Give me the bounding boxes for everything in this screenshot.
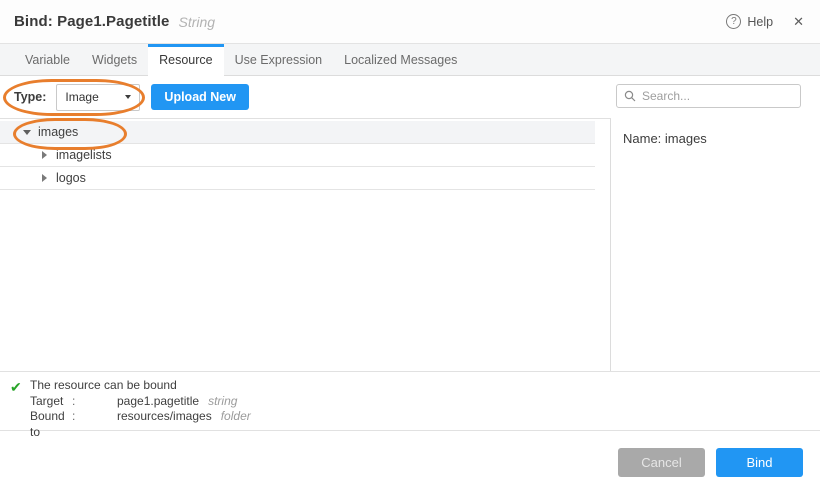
status-bound-label: Bound to <box>30 409 72 440</box>
dialog-footer: Cancel Bind <box>0 431 820 492</box>
header-actions: ? Help ✕ <box>726 14 804 30</box>
tab-bar: Variable Widgets Resource Use Expression… <box>0 44 820 76</box>
type-select[interactable]: Image <box>56 84 140 111</box>
status-target-type: string <box>208 394 237 408</box>
caret-collapsed-icon[interactable] <box>39 151 50 159</box>
selected-resource-name: Name: images <box>623 131 820 146</box>
status-bound-value: resources/imagesfolder <box>117 409 251 440</box>
resource-tree: images imagelists logos <box>0 118 611 371</box>
tree-item-label: logos <box>56 171 86 185</box>
search-input[interactable] <box>642 89 793 103</box>
tab-variable[interactable]: Variable <box>14 44 81 76</box>
tree-item-label: images <box>38 125 78 139</box>
status-target-label: Target <box>30 394 72 410</box>
help-icon[interactable]: ? <box>726 14 741 29</box>
status-bar: ✔ The resource can be bound Target : pag… <box>0 371 820 431</box>
status-target-value: page1.pagetitlestring <box>117 394 251 410</box>
upload-new-button[interactable]: Upload New <box>151 84 249 110</box>
type-select-value: Image <box>65 90 98 104</box>
status-message: The resource can be bound <box>30 378 251 394</box>
tab-localized-messages[interactable]: Localized Messages <box>333 44 468 76</box>
close-icon[interactable]: ✕ <box>793 14 804 30</box>
bind-button[interactable]: Bind <box>716 448 803 477</box>
dialog-header: Bind: Page1.Pagetitle String ? Help ✕ <box>0 0 820 44</box>
toolbar: Type: Image Upload New <box>0 76 820 118</box>
search-icon <box>624 90 636 102</box>
tab-resource[interactable]: Resource <box>148 44 224 77</box>
dialog-title: Bind: Page1.Pagetitle <box>14 13 169 30</box>
tab-widgets[interactable]: Widgets <box>81 44 148 76</box>
success-check-icon: ✔ <box>10 378 30 430</box>
tree-item-imagelists[interactable]: imagelists <box>0 144 595 167</box>
cancel-button[interactable]: Cancel <box>618 448 705 477</box>
caret-expanded-icon[interactable] <box>21 130 32 135</box>
status-bound-type: folder <box>221 409 251 423</box>
type-label: Type: <box>14 90 46 104</box>
status-bound-row: Bound to : resources/imagesfolder <box>30 409 251 440</box>
chevron-down-icon <box>125 95 131 99</box>
dialog-title-type: String <box>178 14 215 30</box>
status-target-row: Target : page1.pagetitlestring <box>30 394 251 410</box>
content-area: images imagelists logos Name: images <box>0 118 820 371</box>
caret-collapsed-icon[interactable] <box>39 174 50 182</box>
tree-item-images[interactable]: images <box>0 121 595 144</box>
tree-item-label: imagelists <box>56 148 112 162</box>
help-link[interactable]: Help <box>747 15 773 29</box>
tab-use-expression[interactable]: Use Expression <box>224 44 334 76</box>
status-lines: The resource can be bound Target : page1… <box>30 378 251 430</box>
details-panel: Name: images <box>611 118 820 371</box>
bind-dialog: Bind: Page1.Pagetitle String ? Help ✕ Va… <box>0 0 820 492</box>
search-box <box>616 84 801 108</box>
tree-item-logos[interactable]: logos <box>0 167 595 190</box>
